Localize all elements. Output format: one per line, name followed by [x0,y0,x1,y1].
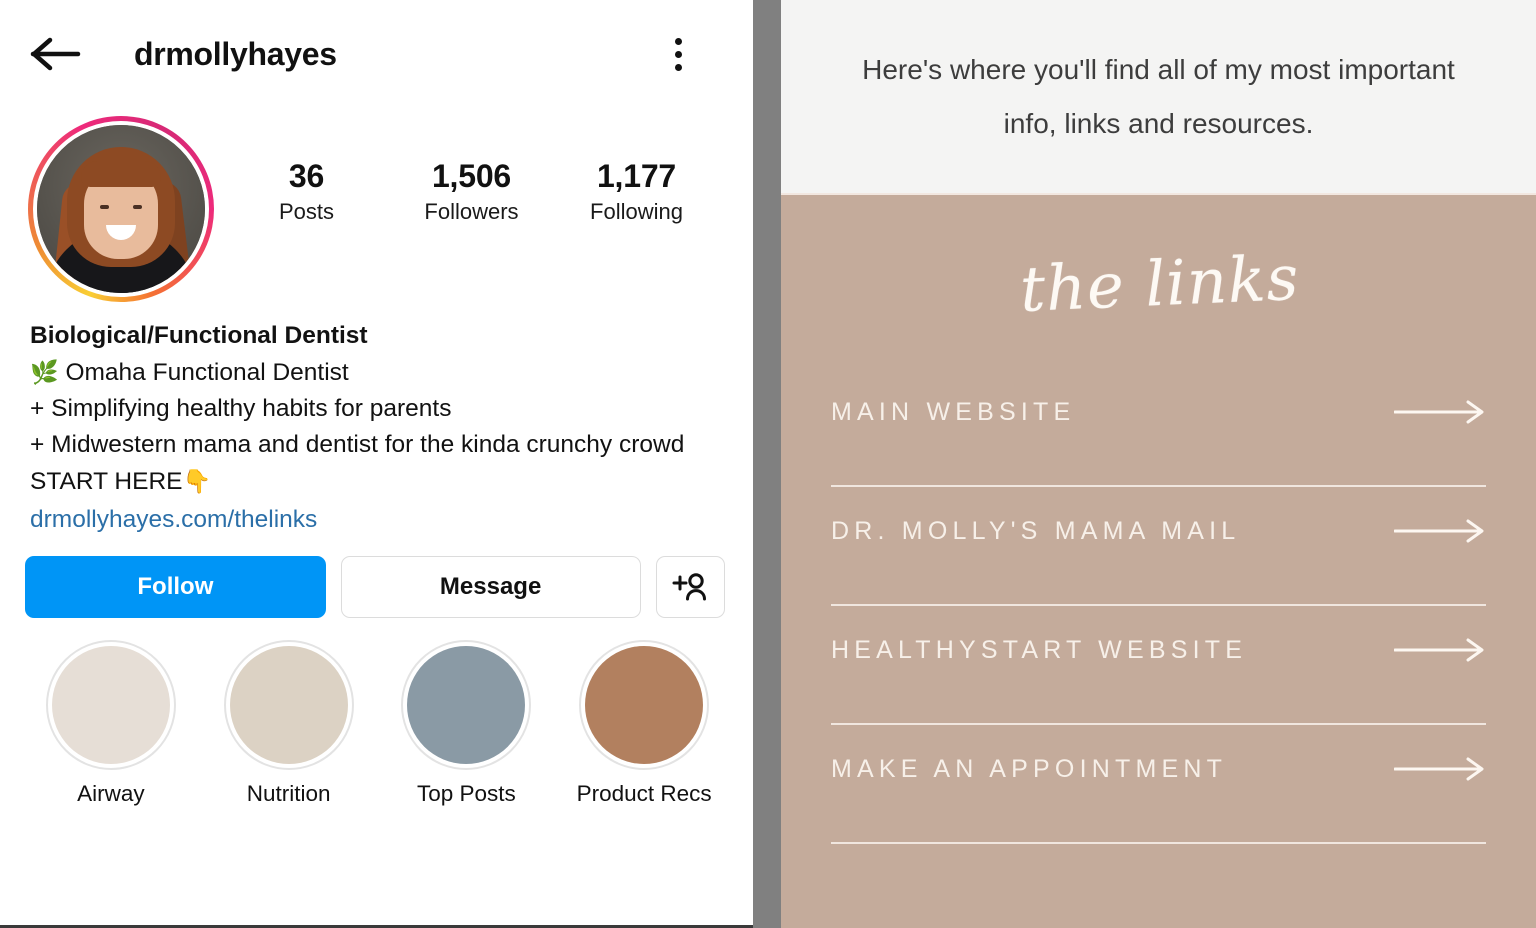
bio-line-3: + Midwestern mama and dentist for the ki… [30,431,685,458]
add-person-icon [672,571,708,603]
arrow-right-icon [1394,756,1486,790]
arrow-right-icon [1394,399,1486,433]
highlight-airway-cover [51,646,170,764]
bio-line-4: START HERE👇 [30,463,725,500]
stat-posts-label: Posts [278,198,335,224]
kebab-menu-icon[interactable] [661,34,695,74]
highlight-top-posts-ring [401,640,532,770]
link-label: HEALTHYSTART WEBSITE [831,636,1248,664]
bio-website-link[interactable]: drmollyhayes.com/thelinks [30,502,317,538]
highlight-product-recs[interactable]: Product Recs [555,640,733,807]
back-arrow-icon[interactable] [28,34,82,74]
link-row-make-an-appointment[interactable]: MAKE AN APPOINTMENT [831,725,1486,844]
panel-divider [753,0,781,928]
link-label: MAIN WEBSITE [831,398,1076,426]
instagram-profile-panel: drmollyhayes 36 Posts 1,506 Followers 1,… [0,0,753,928]
page-title: drmollyhayes [134,35,337,72]
bio-line-1-text: Omaha Functional Dentist [65,359,349,386]
arrow-right-icon [1394,518,1486,552]
bio-line-1: 🌿 Omaha Functional Dentist [30,354,725,391]
links-intro-section: Here's where you'll find all of my most … [781,0,1536,195]
pointing-down-icon: 👇 [182,468,212,494]
stat-following[interactable]: 1,177 Following [578,158,696,226]
highlight-top-posts-label: Top Posts [416,781,516,806]
highlight-nutrition-label: Nutrition [246,781,331,806]
bio-line-2: + Simplifying healthy habits for parents [30,395,452,422]
profile-action-buttons: Follow Message [0,538,753,618]
stat-followers-value: 1,506 [431,158,512,194]
link-label: MAKE AN APPOINTMENT [831,755,1228,783]
link-label: DR. MOLLY'S MAMA MAIL [831,517,1241,545]
highlight-product-recs-ring [579,640,710,770]
links-page-title: the links [1018,240,1301,327]
leaf-icon: 🌿 [30,359,59,385]
stat-followers[interactable]: 1,506 Followers [413,158,531,226]
stat-following-label: Following [590,198,683,224]
arrow-right-icon [1394,637,1486,671]
link-row-mama-mail[interactable]: DR. MOLLY'S MAMA MAIL [831,487,1486,606]
avatar[interactable] [28,116,214,302]
highlight-nutrition-cover [229,646,348,764]
follow-button[interactable]: Follow [25,556,326,618]
highlight-airway-label: Airway [77,781,145,806]
screenshot-root: drmollyhayes 36 Posts 1,506 Followers 1,… [0,0,1536,928]
profile-bio: Biological/Functional Dentist 🌿 Omaha Fu… [0,302,753,538]
bio-display-name: Biological/Functional Dentist [30,322,368,349]
profile-summary-row: 36 Posts 1,506 Followers 1,177 Following [0,108,753,302]
links-intro-text: Here's where you'll find all of my most … [862,53,1455,139]
highlight-top-posts[interactable]: Top Posts [378,640,556,807]
highlight-airway-ring [45,640,176,770]
links-list: MAIN WEBSITE DR. MOLLY'S MAMA MAIL HEALT… [781,320,1536,844]
profile-stats: 36 Posts 1,506 Followers 1,177 Following [214,116,725,226]
bio-line-4-text: START HERE [30,468,183,495]
message-button[interactable]: Message [340,556,641,618]
highlight-nutrition-ring [223,640,354,770]
link-row-main-website[interactable]: MAIN WEBSITE [831,368,1486,487]
links-page-panel: Here's where you'll find all of my most … [781,0,1536,928]
link-row-healthystart-website[interactable]: HEALTHYSTART WEBSITE [831,606,1486,725]
highlight-airway[interactable]: Airway [22,640,200,807]
profile-header: drmollyhayes [0,0,753,108]
highlight-top-posts-cover [407,646,526,764]
highlight-product-recs-label: Product Recs [576,781,712,806]
story-highlights: Airway Nutrition Top Posts Product Recs [0,618,753,807]
stat-following-value: 1,177 [596,158,677,194]
stat-posts[interactable]: 36 Posts [248,158,366,226]
stat-followers-label: Followers [424,198,519,224]
highlight-nutrition[interactable]: Nutrition [200,640,378,807]
highlight-product-recs-cover [585,646,704,764]
add-person-button[interactable] [655,556,725,618]
avatar-image [33,121,209,297]
stat-posts-value: 36 [288,158,325,194]
